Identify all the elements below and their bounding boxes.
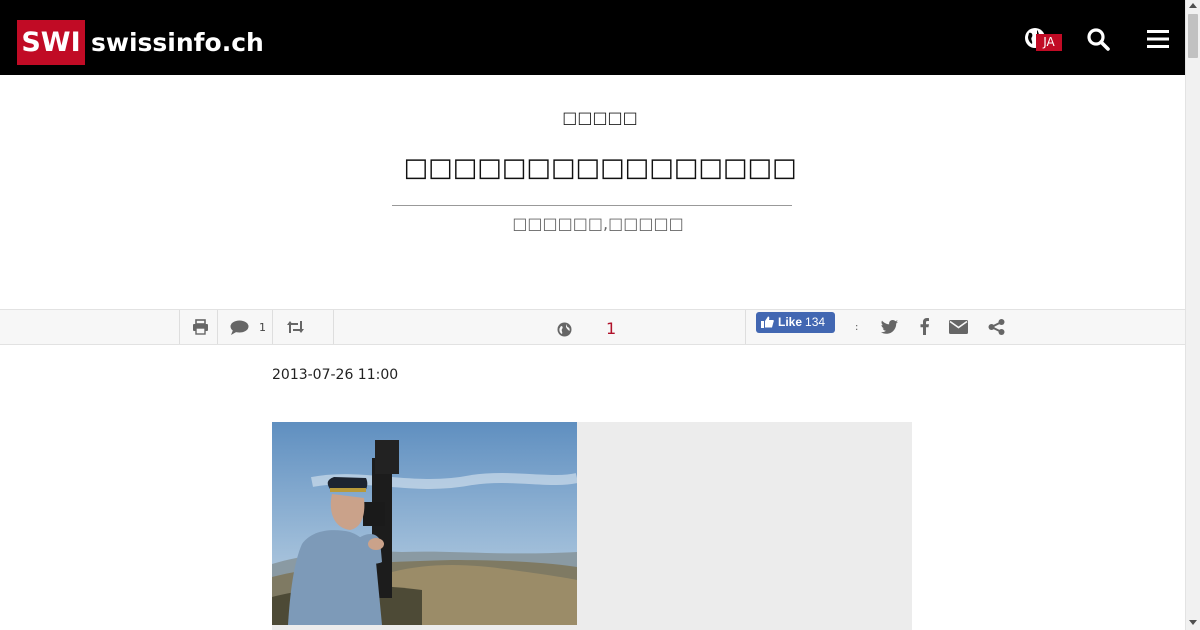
toolbar-divider: [217, 310, 218, 344]
article-toolbar: 1 1 Like 134 :: [0, 309, 1185, 345]
like-count: 134: [805, 315, 826, 329]
like-label: Like: [778, 315, 803, 329]
comment-icon[interactable]: [230, 320, 249, 335]
print-icon[interactable]: [192, 319, 209, 335]
scroll-up-arrow-icon[interactable]: [1189, 3, 1197, 8]
publish-date: 2013-07-26 11:00: [272, 367, 399, 383]
share-icon[interactable]: [988, 319, 1005, 335]
menu-icon[interactable]: [1147, 29, 1169, 49]
toolbar-divider: [272, 310, 273, 344]
globe-icon[interactable]: [557, 322, 572, 337]
site-header: SWI swissinfo.ch JA: [0, 0, 1185, 75]
toolbar-divider: [179, 310, 180, 344]
email-icon[interactable]: [949, 320, 968, 334]
thumbs-up-icon: [761, 316, 774, 328]
article-subtitle: □□□□□□,□□□□□: [512, 214, 684, 233]
page-scrollbar[interactable]: [1185, 0, 1200, 630]
article-kicker: □□□□□: [562, 108, 638, 127]
article-title: □□□□□□□□□□□□□□□□: [403, 153, 797, 183]
comment-count[interactable]: 1: [259, 321, 266, 334]
toolbar-divider: [333, 310, 334, 344]
republish-icon[interactable]: [286, 320, 305, 334]
scroll-down-arrow-icon[interactable]: [1189, 620, 1197, 625]
title-divider: [392, 205, 792, 206]
share-separator: :: [855, 322, 859, 333]
toolbar-divider: [745, 310, 746, 344]
logo-text[interactable]: swissinfo.ch: [91, 27, 264, 59]
search-icon[interactable]: [1086, 27, 1110, 51]
article-photo[interactable]: [272, 422, 577, 625]
scroll-thumb[interactable]: [1188, 14, 1198, 58]
twitter-icon[interactable]: [881, 320, 898, 334]
logo-badge[interactable]: SWI: [17, 20, 85, 65]
language-versions-count[interactable]: 1: [606, 319, 616, 338]
facebook-like-button[interactable]: Like 134: [756, 312, 835, 333]
language-switch-button[interactable]: JA: [1036, 34, 1062, 51]
facebook-icon[interactable]: [920, 318, 929, 335]
